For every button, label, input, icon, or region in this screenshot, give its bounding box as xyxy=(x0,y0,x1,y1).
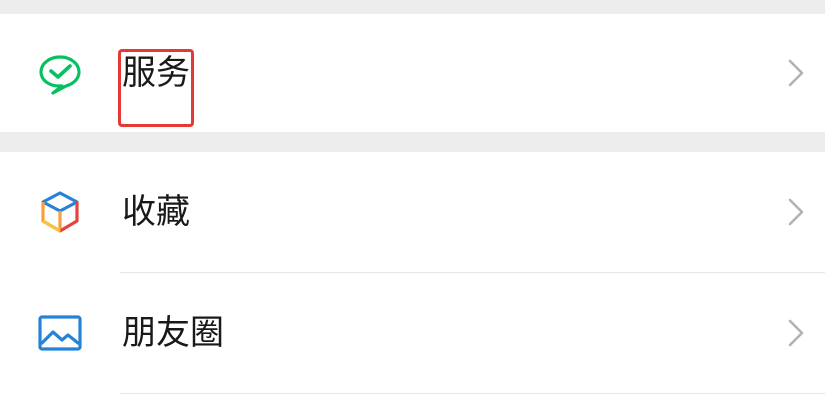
chevron-right-icon xyxy=(788,198,804,226)
highlight-box xyxy=(118,49,194,127)
favorites-cube-icon xyxy=(41,191,79,233)
divider xyxy=(120,393,825,394)
menu-item-moments[interactable]: 朋友圈 xyxy=(0,273,825,393)
settings-menu-screen: 服务 收藏 朋友圈 xyxy=(0,0,825,408)
chevron-right-icon xyxy=(788,319,804,347)
menu-item-label: 朋友圈 xyxy=(122,313,224,353)
menu-group-main: 收藏 朋友圈 xyxy=(0,152,825,408)
menu-item-favorites[interactable]: 收藏 xyxy=(0,152,825,272)
moments-image-icon xyxy=(38,315,82,351)
menu-item-label: 收藏 xyxy=(122,192,190,232)
wechat-pay-icon xyxy=(39,55,81,95)
menu-group-services: 服务 xyxy=(0,14,825,132)
menu-item-services[interactable]: 服务 xyxy=(0,14,825,132)
chevron-right-icon xyxy=(788,59,804,87)
